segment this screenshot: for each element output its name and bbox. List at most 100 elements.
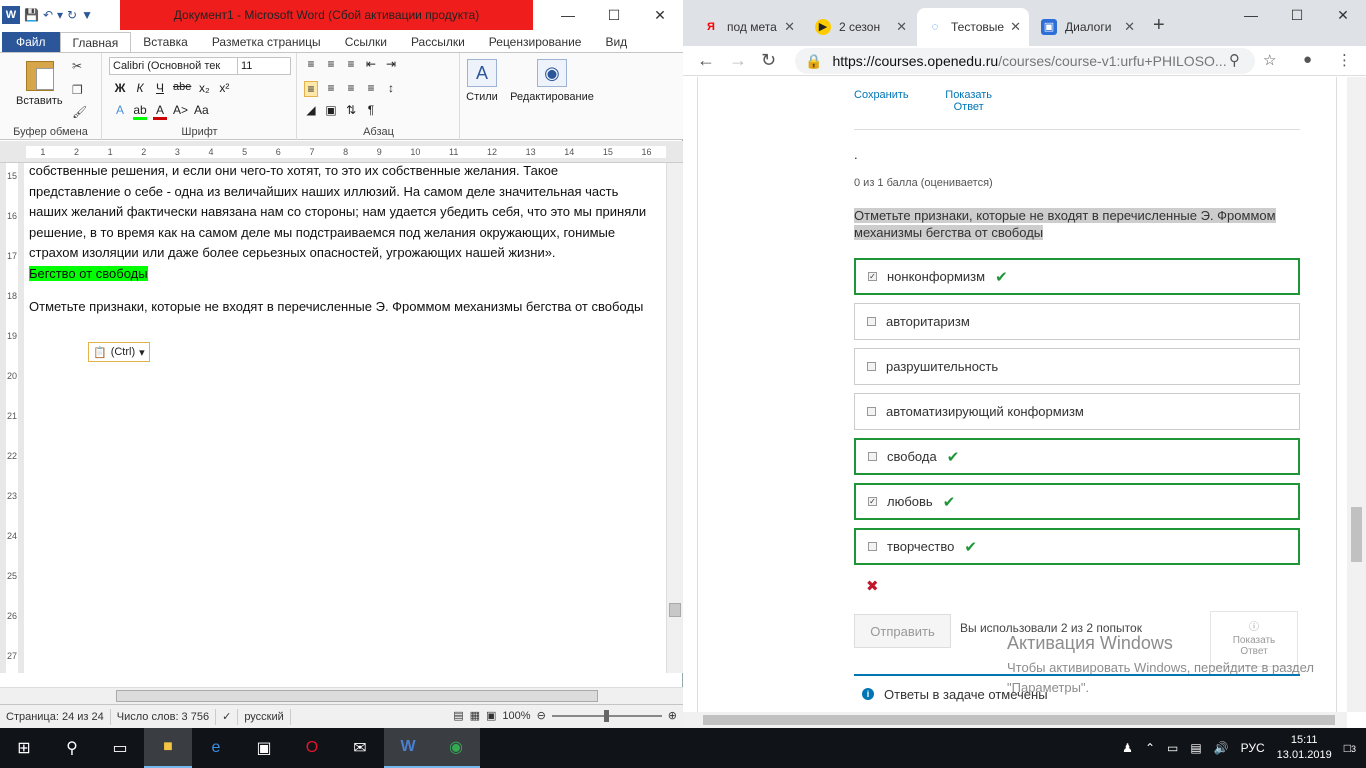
network-icon[interactable]: ▤ xyxy=(1190,741,1201,755)
justify-icon[interactable]: ≡ xyxy=(364,81,378,97)
line-spacing-icon[interactable]: ↕ xyxy=(384,81,398,97)
highlight-icon[interactable]: ab xyxy=(133,103,147,120)
document-paragraph-question[interactable]: Отметьте признаки, которые не входят в п… xyxy=(29,297,649,318)
new-tab-icon[interactable]: + xyxy=(1153,14,1165,37)
tab-references[interactable]: Ссылки xyxy=(333,32,399,52)
browser-horizontal-scrollbar[interactable] xyxy=(683,712,1347,728)
redo-icon[interactable]: ↻ xyxy=(67,8,77,22)
people-icon[interactable]: ♟ xyxy=(1122,741,1133,755)
tab-home[interactable]: Главная xyxy=(59,32,132,52)
numbering-icon[interactable]: ≡ xyxy=(324,57,338,71)
font-color-icon[interactable]: A xyxy=(153,103,167,120)
copy-icon[interactable]: ❐ xyxy=(72,83,83,97)
decrease-indent-icon[interactable]: ⇤ xyxy=(364,57,378,71)
superscript-button[interactable]: x² xyxy=(217,81,231,95)
reload-icon[interactable]: ↻ xyxy=(761,50,776,71)
answer-option[interactable]: ✓ любовь ✔ xyxy=(854,483,1300,520)
strikethrough-button[interactable]: abe xyxy=(173,81,191,95)
submit-button[interactable]: Отправить xyxy=(854,614,951,648)
page-count[interactable]: Страница: 24 из 24 xyxy=(0,708,111,725)
tab-insert[interactable]: Вставка xyxy=(131,32,200,52)
task-view-icon[interactable]: ▭ xyxy=(96,728,144,768)
address-bar[interactable]: 🔒 https://courses.openedu.ru/courses/cou… xyxy=(795,48,1255,74)
word-taskbar-icon[interactable]: W xyxy=(384,728,432,768)
grow-font-icon[interactable]: A˃ xyxy=(173,103,188,120)
back-icon[interactable]: ← xyxy=(697,50,715,71)
language[interactable]: русский xyxy=(238,708,291,725)
browser-tab[interactable]: Я под мета ✕ xyxy=(693,8,803,46)
sort-icon[interactable]: ⇅ xyxy=(344,103,358,117)
battery-icon[interactable]: ▭ xyxy=(1167,741,1178,755)
search-icon[interactable]: ⚲ xyxy=(1229,51,1240,69)
browser-tab[interactable]: ▶ 2 сезон ✕ xyxy=(805,8,915,46)
checkbox[interactable] xyxy=(868,452,877,461)
close-tab-icon[interactable]: ✕ xyxy=(1010,19,1021,35)
forward-icon[interactable]: → xyxy=(729,50,747,71)
browser-tab-active[interactable]: ◌ Тестовые ✕ xyxy=(917,8,1029,46)
browser-tab[interactable]: ▣ Диалоги ✕ xyxy=(1031,8,1143,46)
tab-view[interactable]: Вид xyxy=(593,32,639,52)
checkbox-checked[interactable]: ✓ xyxy=(868,272,877,281)
bold-button[interactable]: Ж xyxy=(113,81,127,95)
checkbox-checked[interactable]: ✓ xyxy=(868,497,877,506)
align-left-icon[interactable]: ≡ xyxy=(304,81,318,97)
borders-icon[interactable]: ▣ xyxy=(324,103,338,117)
checkbox[interactable] xyxy=(867,407,876,416)
format-painter-icon[interactable]: 🖌 xyxy=(72,105,87,119)
maximize-icon[interactable]: ☐ xyxy=(1274,0,1320,30)
paste-icon[interactable] xyxy=(26,61,54,91)
zoom-out-icon[interactable]: ⊖ xyxy=(537,709,546,722)
zoom-level[interactable]: 100% xyxy=(502,710,530,722)
zoom-in-icon[interactable]: ⊕ xyxy=(668,709,677,722)
minimize-icon[interactable]: — xyxy=(1228,0,1274,30)
maximize-icon[interactable]: ☐ xyxy=(591,0,637,30)
subscript-button[interactable]: x₂ xyxy=(197,81,211,95)
checkbox[interactable] xyxy=(867,362,876,371)
search-icon[interactable]: ⚲ xyxy=(48,728,96,768)
mail-icon[interactable]: ✉ xyxy=(336,728,384,768)
menu-icon[interactable]: ⋮ xyxy=(1337,51,1352,69)
opera-icon[interactable]: O xyxy=(288,728,336,768)
edge-icon[interactable]: e xyxy=(192,728,240,768)
underline-button[interactable]: Ч xyxy=(153,81,167,95)
scroll-thumb[interactable] xyxy=(669,603,681,617)
store-icon[interactable]: ▣ xyxy=(240,728,288,768)
answer-option[interactable]: ✓ нонконформизм ✔ xyxy=(854,258,1300,295)
undo-icon[interactable]: ↶ xyxy=(43,8,53,22)
notifications-icon[interactable]: □3 xyxy=(1344,741,1356,755)
document-body[interactable]: собственные решения, и если они чего-то … xyxy=(29,163,649,329)
checkbox[interactable] xyxy=(868,542,877,551)
cut-icon[interactable]: ✂ xyxy=(72,59,82,73)
scroll-thumb[interactable] xyxy=(116,690,598,702)
checkbox[interactable] xyxy=(867,317,876,326)
file-explorer-icon[interactable]: ■ xyxy=(144,728,192,768)
shading-icon[interactable]: ◢ xyxy=(304,103,318,117)
tab-review[interactable]: Рецензирование xyxy=(477,32,594,52)
change-case-icon[interactable]: Aa xyxy=(194,103,209,120)
bullets-icon[interactable]: ≡ xyxy=(304,57,318,71)
document-page[interactable]: собственные решения, и если они чего-то … xyxy=(24,163,666,673)
proofing-icon[interactable]: ✓ xyxy=(216,708,239,725)
bookmark-star-icon[interactable]: ☆ xyxy=(1263,51,1276,69)
tab-layout[interactable]: Разметка страницы xyxy=(200,32,333,52)
volume-icon[interactable]: 🔊 xyxy=(1214,741,1229,755)
scroll-thumb[interactable] xyxy=(1351,507,1362,562)
close-icon[interactable]: ✕ xyxy=(637,0,683,30)
word-count[interactable]: Число слов: 3 756 xyxy=(111,708,217,725)
save-icon[interactable]: 💾 xyxy=(24,8,39,22)
multilevel-icon[interactable]: ≡ xyxy=(344,57,358,71)
tab-file[interactable]: Файл xyxy=(2,32,60,52)
font-name-combo[interactable]: Calibri (Основной тек xyxy=(109,57,239,75)
start-icon[interactable]: ⊞ xyxy=(0,728,48,768)
close-icon[interactable]: ✕ xyxy=(1320,0,1366,30)
web-layout-icon[interactable]: ▣ xyxy=(486,709,496,722)
chevron-up-icon[interactable]: ⌃ xyxy=(1145,741,1155,755)
paste-options-button[interactable]: 📋 (Ctrl) ▾ xyxy=(88,342,150,362)
close-tab-icon[interactable]: ✕ xyxy=(784,19,795,35)
editing-button[interactable]: ◉ Редактирование xyxy=(506,59,598,103)
answer-option[interactable]: творчество ✔ xyxy=(854,528,1300,565)
clock[interactable]: 15:11 13.01.2019 xyxy=(1277,733,1332,763)
minimize-icon[interactable]: — xyxy=(545,0,591,30)
answer-option[interactable]: разрушительность xyxy=(854,348,1300,385)
close-tab-icon[interactable]: ✕ xyxy=(896,19,907,35)
